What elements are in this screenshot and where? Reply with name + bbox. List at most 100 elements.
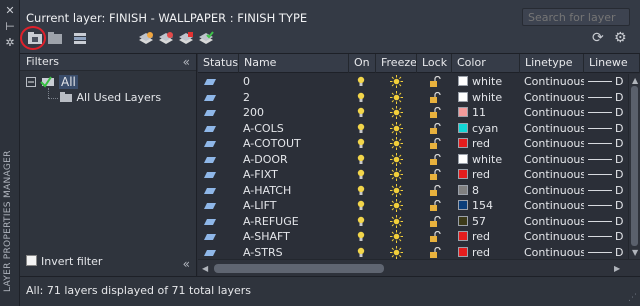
- layer-lineweight-cell[interactable]: D: [588, 74, 628, 89]
- layer-name-cell[interactable]: A-REFUGE: [243, 214, 347, 229]
- layer-status-icon[interactable]: [204, 229, 216, 244]
- palette-properties-icon[interactable]: ✲: [4, 37, 16, 49]
- layer-linetype-cell[interactable]: Continuous: [524, 105, 584, 120]
- search-layer-input[interactable]: [522, 8, 630, 26]
- layer-thaw-sun-icon[interactable]: [390, 121, 403, 136]
- refresh-icon[interactable]: ⟳: [592, 30, 606, 46]
- filter-tree-item-all-used-layers[interactable]: All Used Layers: [59, 90, 161, 106]
- layer-lineweight-cell[interactable]: D: [588, 198, 628, 213]
- layer-unlock-icon[interactable]: [429, 105, 441, 120]
- scroll-left-icon[interactable]: ◀: [202, 264, 208, 273]
- layer-lineweight-cell[interactable]: D: [588, 136, 628, 151]
- layer-unlock-icon[interactable]: [429, 183, 441, 198]
- layer-name-cell[interactable]: A-DOOR: [243, 152, 347, 167]
- layer-status-icon[interactable]: [204, 105, 216, 120]
- new-layer-icon[interactable]: [138, 31, 154, 45]
- close-palette-icon[interactable]: ✕: [4, 5, 16, 17]
- layer-on-bulb-icon[interactable]: [357, 167, 365, 182]
- layer-name-cell[interactable]: 0: [243, 74, 347, 89]
- layer-thaw-sun-icon[interactable]: [390, 214, 403, 229]
- table-row[interactable]: 2 white Continuous D: [198, 90, 628, 106]
- layer-name-cell[interactable]: 2: [243, 90, 347, 105]
- layer-on-bulb-icon[interactable]: [357, 136, 365, 151]
- column-header-freeze[interactable]: Freeze: [376, 54, 417, 73]
- layer-on-bulb-icon[interactable]: [357, 229, 365, 244]
- layer-status-icon[interactable]: [204, 90, 216, 105]
- table-row[interactable]: A-SHAFT red Continuous D: [198, 229, 628, 245]
- layer-linetype-cell[interactable]: Continuous: [524, 90, 584, 105]
- layer-on-bulb-icon[interactable]: [357, 90, 365, 105]
- layer-linetype-cell[interactable]: Continuous: [524, 229, 584, 244]
- layer-thaw-sun-icon[interactable]: [390, 152, 403, 167]
- layer-color-cell[interactable]: 57: [458, 214, 518, 229]
- layer-lineweight-cell[interactable]: D: [588, 105, 628, 120]
- layer-on-bulb-icon[interactable]: [357, 198, 365, 213]
- table-row[interactable]: A-COLS cyan Continuous D: [198, 121, 628, 137]
- layer-color-cell[interactable]: red: [458, 229, 518, 244]
- layer-status-icon[interactable]: [204, 214, 216, 229]
- table-row[interactable]: A-COTOUT red Continuous D: [198, 136, 628, 152]
- invert-filter-box[interactable]: [26, 255, 37, 266]
- table-row[interactable]: 0 white Continuous D: [198, 74, 628, 90]
- layer-color-cell[interactable]: white: [458, 90, 518, 105]
- layer-name-cell[interactable]: 200: [243, 105, 347, 120]
- layer-linetype-cell[interactable]: Continuous: [524, 152, 584, 167]
- layer-color-cell[interactable]: red: [458, 167, 518, 182]
- layer-unlock-icon[interactable]: [429, 136, 441, 151]
- column-header-on[interactable]: On: [349, 54, 376, 73]
- column-header-status[interactable]: Status: [198, 54, 239, 73]
- layer-lineweight-cell[interactable]: D: [588, 229, 628, 244]
- table-row[interactable]: A-DOOR white Continuous D: [198, 152, 628, 168]
- layer-status-icon[interactable]: [204, 245, 216, 260]
- layer-lineweight-cell[interactable]: D: [588, 152, 628, 167]
- horizontal-scrollbar[interactable]: ◀ ▶: [198, 259, 640, 276]
- layer-name-cell[interactable]: A-COTOUT: [243, 136, 347, 151]
- layer-name-cell[interactable]: A-COLS: [243, 121, 347, 136]
- layer-thaw-sun-icon[interactable]: [390, 167, 403, 182]
- layer-status-icon[interactable]: [204, 167, 216, 182]
- layer-color-cell[interactable]: white: [458, 74, 518, 89]
- delete-layer-icon[interactable]: [178, 31, 194, 45]
- layer-unlock-icon[interactable]: [429, 245, 441, 260]
- table-row[interactable]: A-LIFT 154 Continuous D: [198, 198, 628, 214]
- layer-unlock-icon[interactable]: [429, 74, 441, 89]
- layer-thaw-sun-icon[interactable]: [390, 74, 403, 89]
- layer-unlock-icon[interactable]: [429, 121, 441, 136]
- vertical-scrollbar[interactable]: ▲ ▼: [628, 74, 640, 259]
- layer-unlock-icon[interactable]: [429, 152, 441, 167]
- layer-color-cell[interactable]: white: [458, 152, 518, 167]
- vertical-scroll-thumb[interactable]: [631, 86, 638, 246]
- column-header-color[interactable]: Color: [452, 54, 520, 73]
- table-row[interactable]: A-HATCH 8 Continuous D: [198, 183, 628, 199]
- layer-status-icon[interactable]: [204, 74, 216, 89]
- layer-on-bulb-icon[interactable]: [357, 183, 365, 198]
- layer-unlock-icon[interactable]: [429, 214, 441, 229]
- layer-on-bulb-icon[interactable]: [357, 105, 365, 120]
- layer-name-cell[interactable]: A-FIXT: [243, 167, 347, 182]
- column-header-lock[interactable]: Lock: [417, 54, 452, 73]
- column-header-name[interactable]: Name: [239, 54, 349, 73]
- layer-thaw-sun-icon[interactable]: [390, 229, 403, 244]
- layer-on-bulb-icon[interactable]: [357, 214, 365, 229]
- layer-color-cell[interactable]: 154: [458, 198, 518, 213]
- layer-lineweight-cell[interactable]: D: [588, 214, 628, 229]
- column-header-lineweight[interactable]: Linewe: [584, 54, 640, 73]
- layer-thaw-sun-icon[interactable]: [390, 198, 403, 213]
- resize-grip-icon[interactable]: ⋰: [628, 293, 637, 303]
- scroll-right-icon[interactable]: ▶: [614, 264, 620, 273]
- layer-linetype-cell[interactable]: Continuous: [524, 74, 584, 89]
- layer-color-cell[interactable]: 8: [458, 183, 518, 198]
- layer-status-icon[interactable]: [204, 136, 216, 151]
- layer-name-cell[interactable]: A-LIFT: [243, 198, 347, 213]
- layer-lineweight-cell[interactable]: D: [588, 183, 628, 198]
- layer-thaw-sun-icon[interactable]: [390, 90, 403, 105]
- layer-on-bulb-icon[interactable]: [357, 74, 365, 89]
- invert-filter-checkbox[interactable]: Invert filter: [26, 255, 102, 271]
- layer-lineweight-cell[interactable]: D: [588, 90, 628, 105]
- scroll-down-icon[interactable]: ▼: [632, 248, 638, 257]
- layer-linetype-cell[interactable]: Continuous: [524, 245, 584, 260]
- layer-linetype-cell[interactable]: Continuous: [524, 136, 584, 151]
- table-row[interactable]: A-REFUGE 57 Continuous D: [198, 214, 628, 230]
- layer-unlock-icon[interactable]: [429, 229, 441, 244]
- layer-status-icon[interactable]: [204, 152, 216, 167]
